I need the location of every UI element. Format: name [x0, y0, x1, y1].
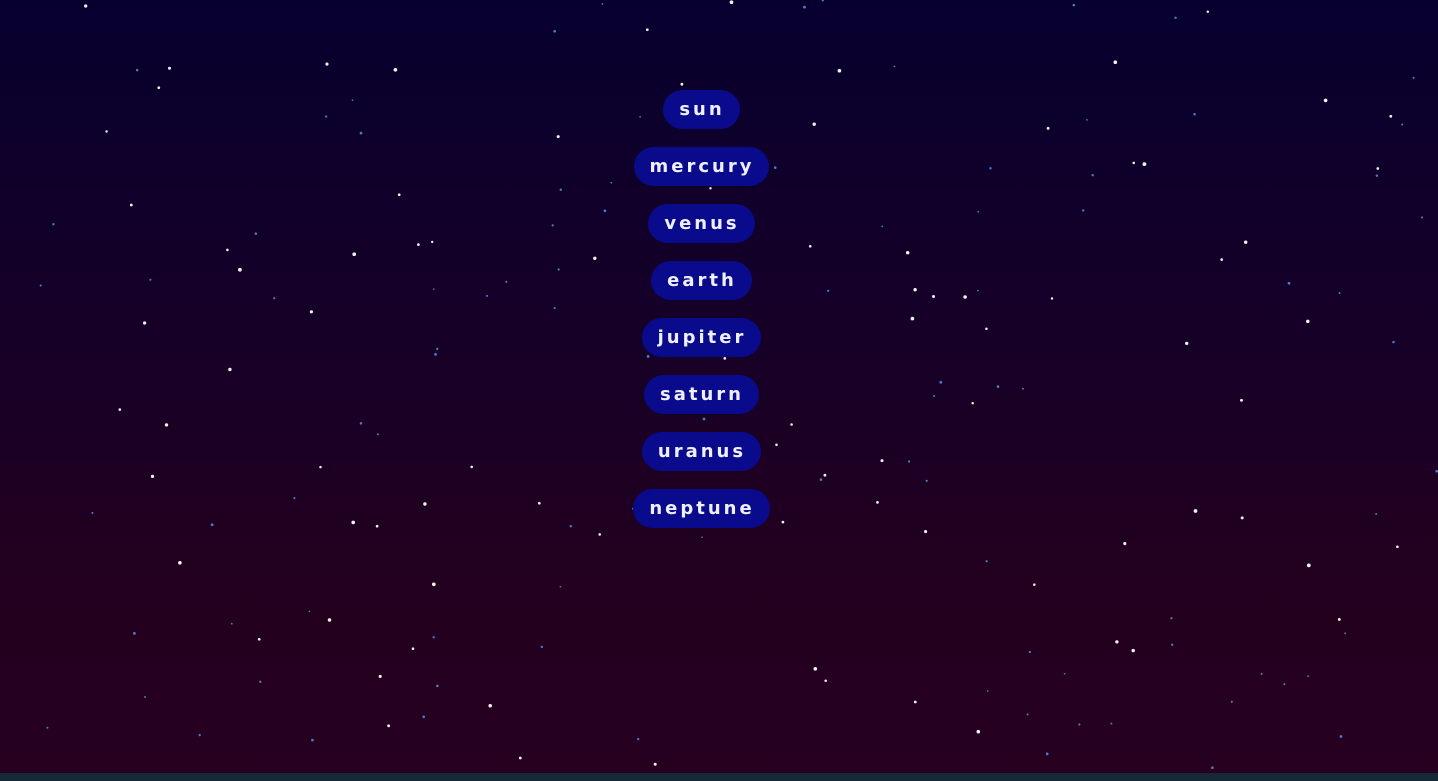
star — [1206, 10, 1210, 13]
star — [325, 62, 329, 66]
star — [1113, 60, 1118, 65]
star — [1033, 583, 1036, 586]
star — [133, 632, 136, 635]
star — [1283, 683, 1286, 686]
planet-button-mercury[interactable]: mercury — [633, 147, 770, 186]
star — [1420, 216, 1424, 219]
planet-button-neptune[interactable]: neptune — [633, 489, 770, 528]
star — [135, 68, 139, 72]
star — [893, 65, 896, 68]
star — [540, 645, 543, 649]
star — [1063, 672, 1066, 675]
star — [378, 674, 382, 678]
star — [1306, 563, 1311, 568]
star — [601, 2, 604, 5]
star — [257, 637, 261, 641]
planet-button-jupiter[interactable]: jupiter — [641, 318, 762, 357]
star — [821, 0, 824, 2]
star — [598, 533, 601, 536]
star — [411, 647, 415, 650]
star — [387, 724, 391, 728]
star — [837, 68, 842, 73]
star — [976, 729, 981, 734]
star — [913, 700, 917, 704]
star — [986, 690, 989, 692]
star — [1211, 766, 1214, 770]
star — [488, 703, 492, 708]
star — [985, 560, 988, 563]
star — [1339, 735, 1343, 738]
star — [157, 86, 161, 90]
star — [198, 733, 201, 737]
star — [1026, 713, 1029, 716]
star — [1123, 542, 1127, 546]
star — [803, 5, 806, 9]
star — [813, 666, 818, 671]
star — [1344, 632, 1347, 635]
star — [259, 680, 262, 683]
star — [1171, 643, 1174, 646]
star — [553, 29, 557, 33]
star — [1260, 672, 1263, 675]
star — [729, 0, 734, 5]
planet-button-saturn[interactable]: saturn — [644, 375, 759, 414]
star — [1174, 16, 1177, 20]
planet-button-earth[interactable]: earth — [651, 261, 752, 300]
star — [432, 636, 435, 639]
star — [1230, 700, 1233, 703]
planet-menu: sun mercury venus earth jupiter saturn u… — [0, 90, 1403, 528]
planet-button-sun[interactable]: sun — [663, 90, 740, 129]
star — [1115, 640, 1119, 644]
star — [1078, 723, 1081, 726]
bottom-strip — [0, 773, 1438, 781]
star — [393, 67, 398, 72]
star — [680, 82, 684, 86]
star — [559, 585, 562, 588]
star — [1396, 545, 1399, 549]
star — [1131, 648, 1135, 653]
star — [518, 756, 522, 760]
star — [637, 737, 640, 741]
star — [1045, 752, 1049, 756]
star — [436, 684, 439, 688]
star — [311, 738, 314, 742]
star — [46, 726, 49, 729]
star — [701, 536, 703, 539]
star — [1110, 722, 1113, 725]
star — [168, 66, 171, 70]
star — [653, 762, 657, 766]
star — [144, 696, 146, 698]
star — [645, 28, 649, 32]
star — [178, 560, 182, 565]
star — [1412, 76, 1415, 79]
star — [230, 622, 233, 625]
star — [824, 679, 827, 683]
planet-button-venus[interactable]: venus — [648, 204, 755, 243]
star — [1307, 675, 1310, 678]
star — [1170, 617, 1173, 620]
planet-button-uranus[interactable]: uranus — [641, 432, 762, 471]
star — [84, 4, 88, 8]
star — [422, 715, 426, 719]
star — [1028, 650, 1032, 654]
star — [431, 582, 436, 587]
star — [1337, 617, 1341, 621]
star — [327, 618, 332, 622]
star — [1072, 3, 1076, 7]
star — [308, 610, 311, 613]
star — [924, 530, 928, 534]
